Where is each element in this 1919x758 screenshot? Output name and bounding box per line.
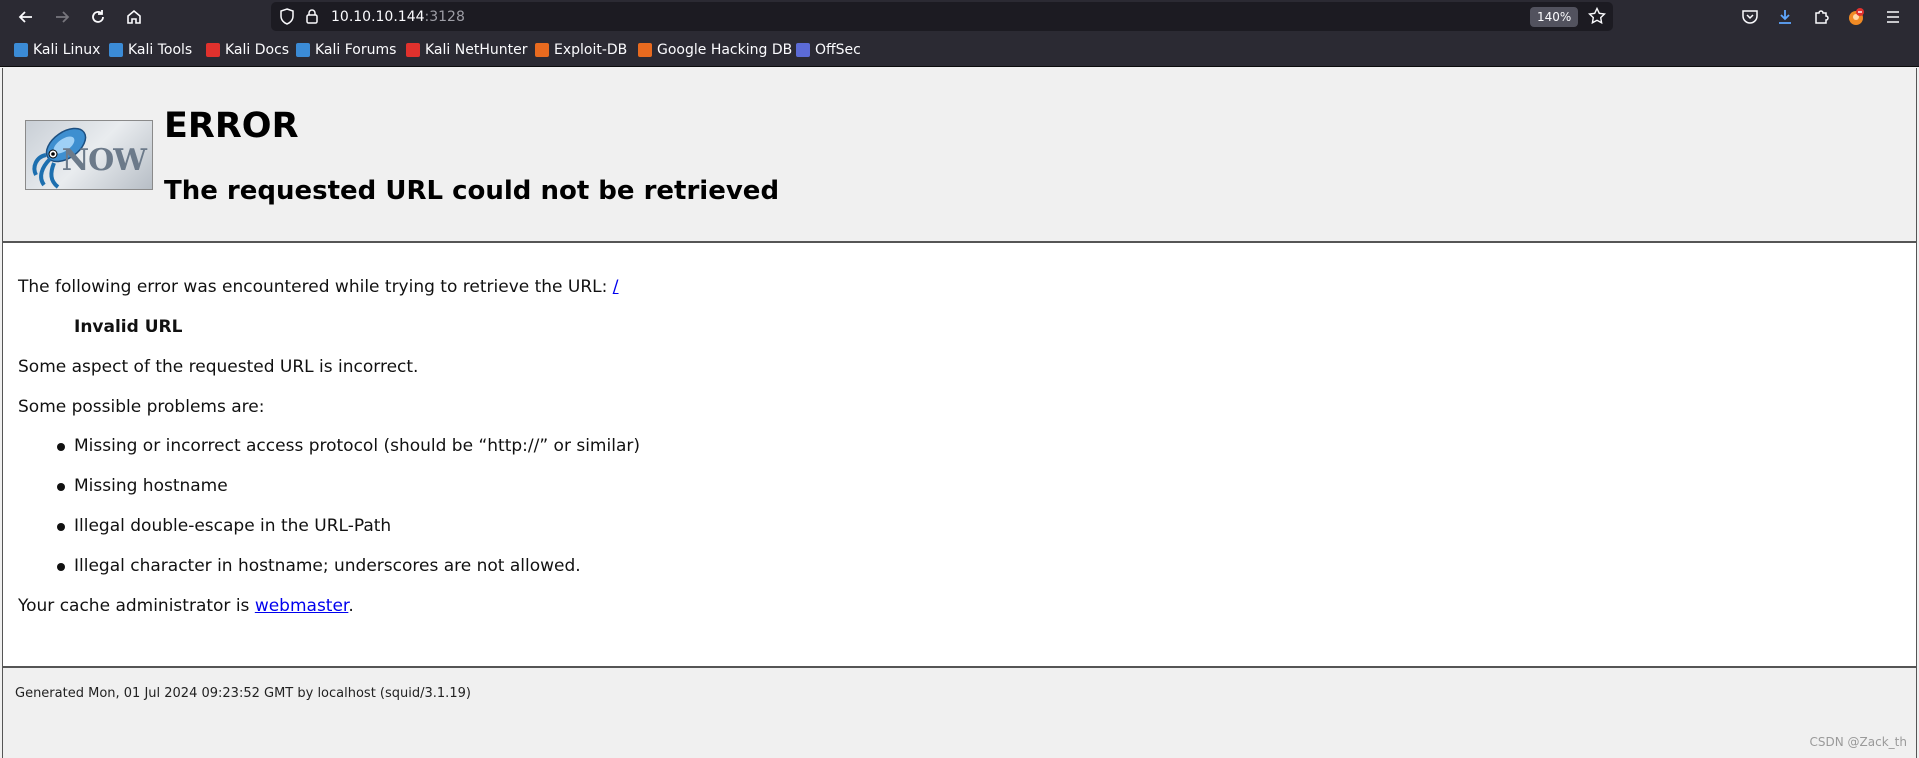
bookmark-google-hacking-db[interactable]: Google Hacking DB <box>638 42 792 58</box>
url-host: 10.10.10.144 <box>331 9 425 25</box>
hamburger-menu-icon <box>1887 11 1899 23</box>
squid-logo: NOW <box>25 120 153 190</box>
zoom-indicator[interactable]: 140% <box>1530 7 1579 27</box>
error-description: Some aspect of the requested URL is inco… <box>18 357 419 377</box>
problem-item: Missing or incorrect access protocol (sh… <box>74 436 640 456</box>
footer-generated: Generated Mon, 01 Jul 2024 09:23:52 GMT … <box>15 686 471 701</box>
bullet-dot <box>57 523 65 531</box>
bookmark-kali-docs[interactable]: Kali Docs <box>206 42 289 58</box>
error-body: The following error was encountered whil… <box>3 243 1916 668</box>
shield-icon[interactable] <box>279 8 295 25</box>
ghdb-icon <box>638 43 652 57</box>
error-subtitle: The requested URL could not be retrieved <box>164 176 780 206</box>
home-button[interactable] <box>121 4 147 30</box>
arrow-right-icon <box>56 11 70 23</box>
problems-intro: Some possible problems are: <box>18 397 265 417</box>
address-bar[interactable]: 10.10.10.144:3128 140% <box>271 2 1613 31</box>
arrow-left-icon <box>18 11 32 23</box>
problem-item: Illegal character in hostname; underscor… <box>74 556 581 576</box>
bookmark-kali-forums[interactable]: Kali Forums <box>296 42 396 58</box>
menu-button[interactable] <box>1880 4 1906 30</box>
pocket-button[interactable] <box>1737 4 1763 30</box>
admin-prefix: Your cache administrator is <box>18 596 255 616</box>
puzzle-icon <box>1815 10 1829 24</box>
extensions-button[interactable] <box>1808 4 1834 30</box>
problem-item: Missing hostname <box>74 476 228 496</box>
bookmark-offsec[interactable]: OffSec <box>796 42 861 58</box>
admin-line: Your cache administrator is webmaster. <box>18 596 354 616</box>
bullet-dot <box>57 563 65 571</box>
star-icon[interactable] <box>1588 7 1606 25</box>
kali-tools-icon <box>109 43 123 57</box>
download-icon <box>1779 10 1791 24</box>
home-icon <box>127 9 141 24</box>
url-port: :3128 <box>424 9 465 25</box>
bullet-dot <box>57 443 65 451</box>
bookmarks-toolbar: Kali Linux Kali Tools Kali Docs Kali For… <box>0 33 1919 67</box>
reload-icon <box>92 10 104 23</box>
lock-insecure-icon[interactable] <box>304 8 320 25</box>
error-name: Invalid URL <box>74 317 183 337</box>
bookmark-kali-linux[interactable]: Kali Linux <box>14 42 100 58</box>
watermark: CSDN @Zack_th <box>1809 735 1907 749</box>
intro-text: The following error was encountered whil… <box>18 277 613 297</box>
bookmark-exploit-db[interactable]: Exploit-DB <box>535 42 627 58</box>
avatar-icon <box>1849 8 1864 25</box>
forward-button[interactable] <box>49 4 75 30</box>
back-button[interactable] <box>13 4 39 30</box>
kali-forums-icon <box>296 43 310 57</box>
downloads-button[interactable] <box>1772 4 1798 30</box>
nethunter-icon <box>406 43 420 57</box>
webmaster-link[interactable]: webmaster <box>255 596 349 616</box>
exploit-db-icon <box>535 43 549 57</box>
error-title: ERROR <box>164 106 299 146</box>
page-content: NOW ERROR The requested URL could not be… <box>2 68 1917 758</box>
bookmark-kali-tools[interactable]: Kali Tools <box>109 42 192 58</box>
bullet-dot <box>57 483 65 491</box>
kali-docs-icon <box>206 43 220 57</box>
offsec-icon <box>796 43 810 57</box>
admin-suffix: . <box>348 596 354 616</box>
account-button[interactable] <box>1843 4 1869 30</box>
logo-text: NOW <box>61 143 147 178</box>
kali-dragon-icon <box>14 43 28 57</box>
error-header: NOW ERROR The requested URL could not be… <box>3 68 1916 243</box>
problem-item: Illegal double-escape in the URL-Path <box>74 516 392 536</box>
requested-url-link[interactable]: / <box>613 277 619 297</box>
pocket-icon <box>1742 10 1758 24</box>
reload-button[interactable] <box>85 4 111 30</box>
bookmark-kali-nethunter[interactable]: Kali NetHunter <box>406 42 527 58</box>
intro-line: The following error was encountered whil… <box>18 277 619 297</box>
url-text[interactable]: 10.10.10.144:3128 <box>331 9 465 25</box>
browser-toolbar: 10.10.10.144:3128 140% <box>0 0 1919 33</box>
